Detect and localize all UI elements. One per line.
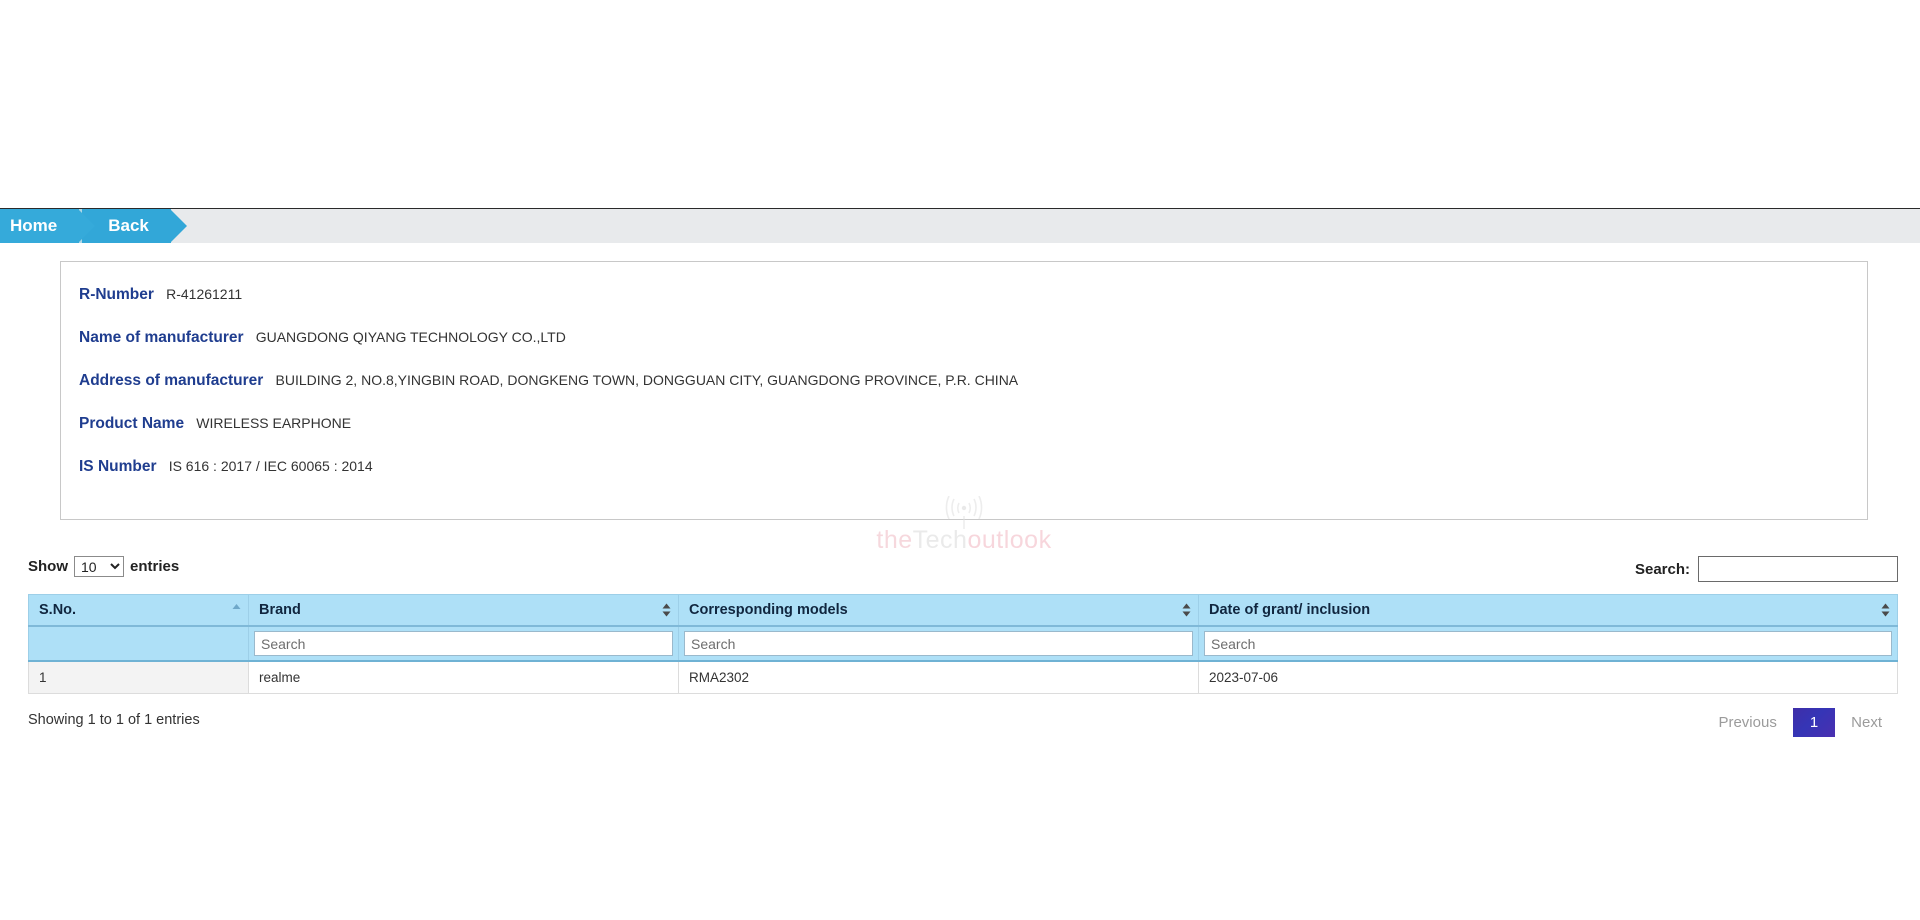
column-filter-row [28, 625, 1898, 662]
table-header-row: S.No. Brand Corresponding models Date of… [28, 594, 1898, 627]
cell-sno: 1 [28, 660, 249, 694]
breadcrumb-home-label: Home [10, 216, 58, 235]
detail-value: BUILDING 2, NO.8,YINGBIN ROAD, DONGKENG … [275, 372, 1019, 388]
top-blank-area [0, 0, 1920, 208]
detail-label: Product Name [79, 415, 185, 432]
detail-label: Address of manufacturer [79, 372, 264, 389]
detail-row: R-Number R-41261211 [61, 284, 1867, 305]
sort-both-icon [1182, 603, 1191, 617]
filter-input-corresponding-models[interactable] [684, 631, 1193, 656]
registration-models-table: S.No. Brand Corresponding models Date of… [28, 594, 1898, 694]
column-header-brand[interactable]: Brand [248, 594, 679, 627]
watermark-the: the [876, 526, 913, 554]
signal-antenna-icon [864, 496, 1064, 530]
filter-cell-models [678, 625, 1199, 662]
table-info: Showing 1 to 1 of 1 entries [28, 712, 200, 728]
detail-label: R-Number [79, 286, 154, 303]
detail-row: Name of manufacturer GUANGDONG QIYANG TE… [61, 327, 1867, 348]
detail-row: Address of manufacturer BUILDING 2, NO.8… [61, 370, 1867, 391]
sort-both-icon [662, 603, 671, 617]
detail-value: R-41261211 [166, 286, 243, 302]
table-controls: Show 10 25 50 100 entries Search: [28, 556, 1898, 584]
watermark-tech: Tech [912, 526, 968, 554]
table-body: 1 realme RMA2302 2023-07-06 [28, 660, 1898, 694]
detail-value: GUANGDONG QIYANG TECHNOLOGY CO.,LTD [255, 329, 566, 345]
column-header-label: S.No. [39, 602, 77, 618]
column-header-sno[interactable]: S.No. [28, 594, 249, 627]
page-length-select[interactable]: 10 25 50 100 [74, 556, 124, 577]
cell-corresponding-models: RMA2302 [678, 660, 1199, 694]
detail-row: Product Name WIRELESS EARPHONE [61, 413, 1867, 434]
table-head: S.No. Brand Corresponding models Date of… [28, 594, 1898, 662]
filter-input-brand[interactable] [254, 631, 673, 656]
column-header-corresponding-models[interactable]: Corresponding models [678, 594, 1199, 627]
watermark-outlook: outlook [967, 526, 1052, 554]
detail-label: Name of manufacturer [79, 329, 244, 346]
page-length-control: Show 10 25 50 100 entries [28, 556, 179, 577]
global-search-control: Search: [1635, 556, 1898, 582]
pagination-next-button[interactable]: Next [1835, 708, 1898, 737]
pagination-page-1-button[interactable]: 1 [1792, 708, 1836, 737]
filter-input-date-of-grant[interactable] [1204, 631, 1892, 656]
watermark: theTechoutlook [864, 496, 1064, 555]
filter-cell-date [1198, 625, 1898, 662]
pagination: Previous 1 Next [1702, 708, 1898, 737]
table-row[interactable]: 1 realme RMA2302 2023-07-06 [28, 660, 1898, 694]
page-root: Home Back R-Number R-41261211 Name of ma… [0, 0, 1920, 920]
data-table-wrapper: S.No. Brand Corresponding models Date of… [28, 594, 1898, 694]
table-footer: Showing 1 to 1 of 1 entries Previous 1 N… [28, 708, 1898, 742]
sort-both-icon [1881, 603, 1890, 617]
column-header-label: Date of grant/ inclusion [1209, 602, 1371, 618]
breadcrumb-nav: Home Back [0, 208, 1920, 243]
entries-label: entries [130, 558, 180, 575]
column-header-label: Brand [259, 602, 301, 618]
column-header-label: Corresponding models [689, 602, 848, 618]
detail-row: IS Number IS 616 : 2017 / IEC 60065 : 20… [61, 456, 1867, 477]
detail-value: IS 616 : 2017 / IEC 60065 : 2014 [168, 458, 373, 474]
watermark-text: theTechoutlook [864, 526, 1064, 555]
filter-cell-brand [248, 625, 679, 662]
cell-date-of-grant: 2023-07-06 [1198, 660, 1898, 694]
detail-label: IS Number [79, 458, 157, 475]
global-search-input[interactable] [1698, 556, 1898, 582]
registration-detail-card: R-Number R-41261211 Name of manufacturer… [60, 261, 1868, 554]
breadcrumb-back-label: Back [108, 216, 149, 235]
pagination-previous-button[interactable]: Previous [1702, 708, 1792, 737]
cell-brand: realme [248, 660, 679, 694]
breadcrumb-back-button[interactable]: Back [82, 209, 187, 243]
show-label: Show [28, 558, 68, 575]
column-header-date-of-grant[interactable]: Date of grant/ inclusion [1198, 594, 1898, 627]
detail-card-wrapper: R-Number R-41261211 Name of manufacturer… [0, 243, 1920, 554]
breadcrumb-home-button[interactable]: Home [0, 209, 96, 243]
sort-ascending-icon [232, 603, 241, 617]
filter-cell-sno [28, 625, 249, 662]
search-label: Search: [1634, 560, 1690, 578]
detail-value: WIRELESS EARPHONE [196, 415, 352, 431]
